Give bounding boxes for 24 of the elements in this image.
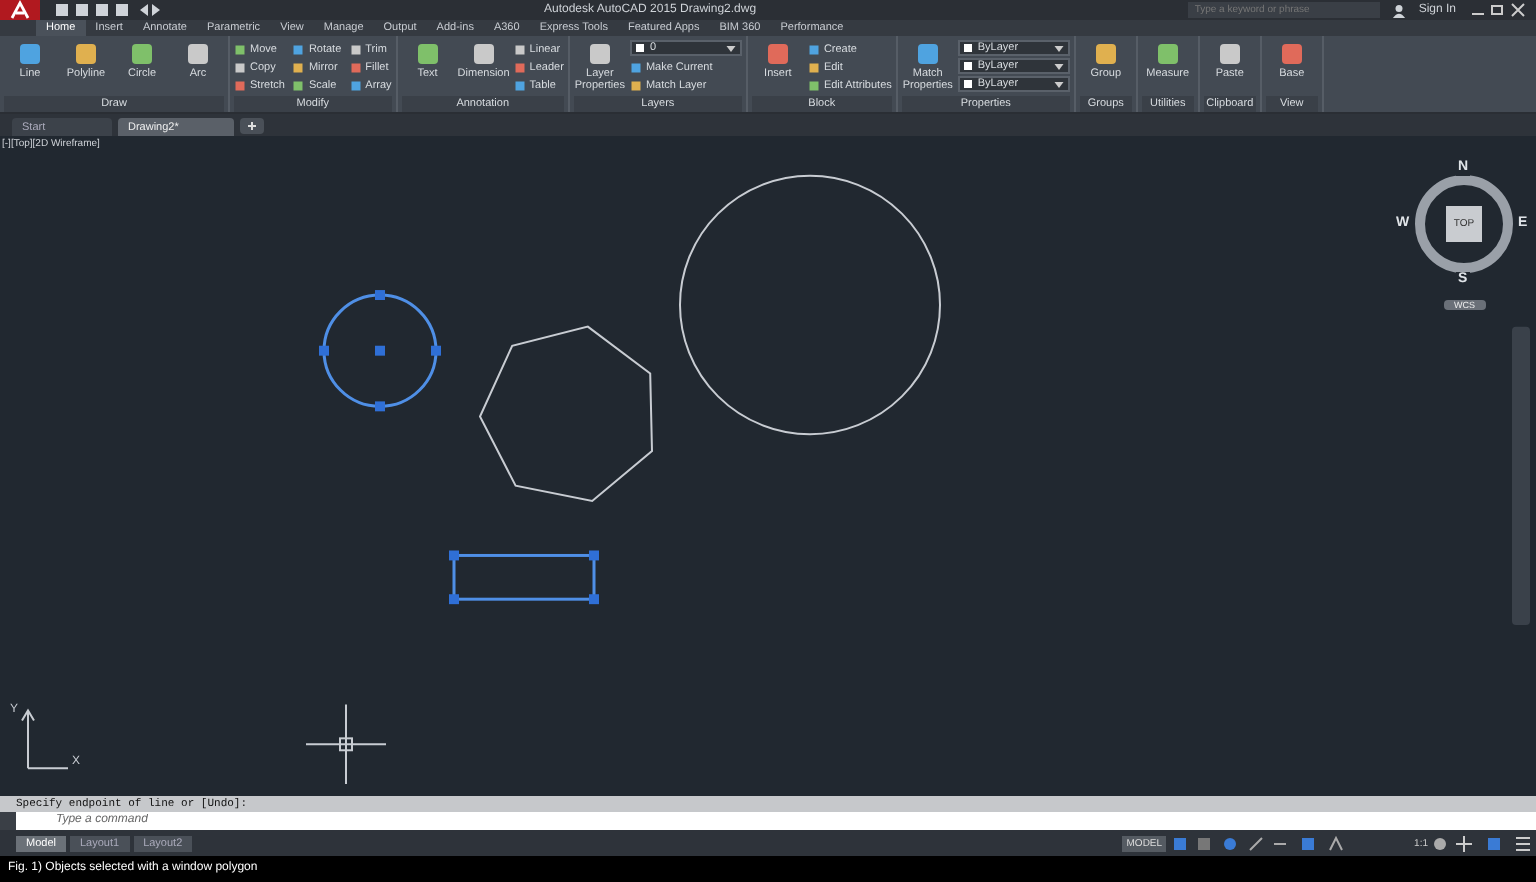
app-logo-icon[interactable] xyxy=(0,0,40,20)
caret-icon xyxy=(725,45,736,51)
tool-icon xyxy=(1153,40,1182,68)
tool-icon xyxy=(184,40,212,68)
tool-icon xyxy=(913,40,942,68)
tool-icon xyxy=(1091,40,1120,68)
tool-icon xyxy=(413,40,442,68)
user-icon xyxy=(1392,3,1407,17)
status-bar-tools-icon[interactable] xyxy=(1432,835,1532,851)
tool-icon xyxy=(763,40,792,68)
crosshair-cursor xyxy=(305,703,387,786)
tool-icon xyxy=(16,40,44,68)
caret-icon xyxy=(1053,81,1064,87)
new-tab-icon[interactable] xyxy=(240,118,264,134)
tool-icon xyxy=(72,40,100,68)
tool-icon xyxy=(469,40,498,68)
tool-icon xyxy=(1277,40,1306,68)
caret-icon xyxy=(1053,45,1064,51)
tool-icon xyxy=(585,40,614,68)
tool-icon xyxy=(128,40,156,68)
caret-icon xyxy=(1053,63,1064,69)
ucs-axis-icon xyxy=(21,708,69,770)
window-controls-icon[interactable] xyxy=(1468,2,1528,18)
tool-icon xyxy=(1215,40,1244,68)
